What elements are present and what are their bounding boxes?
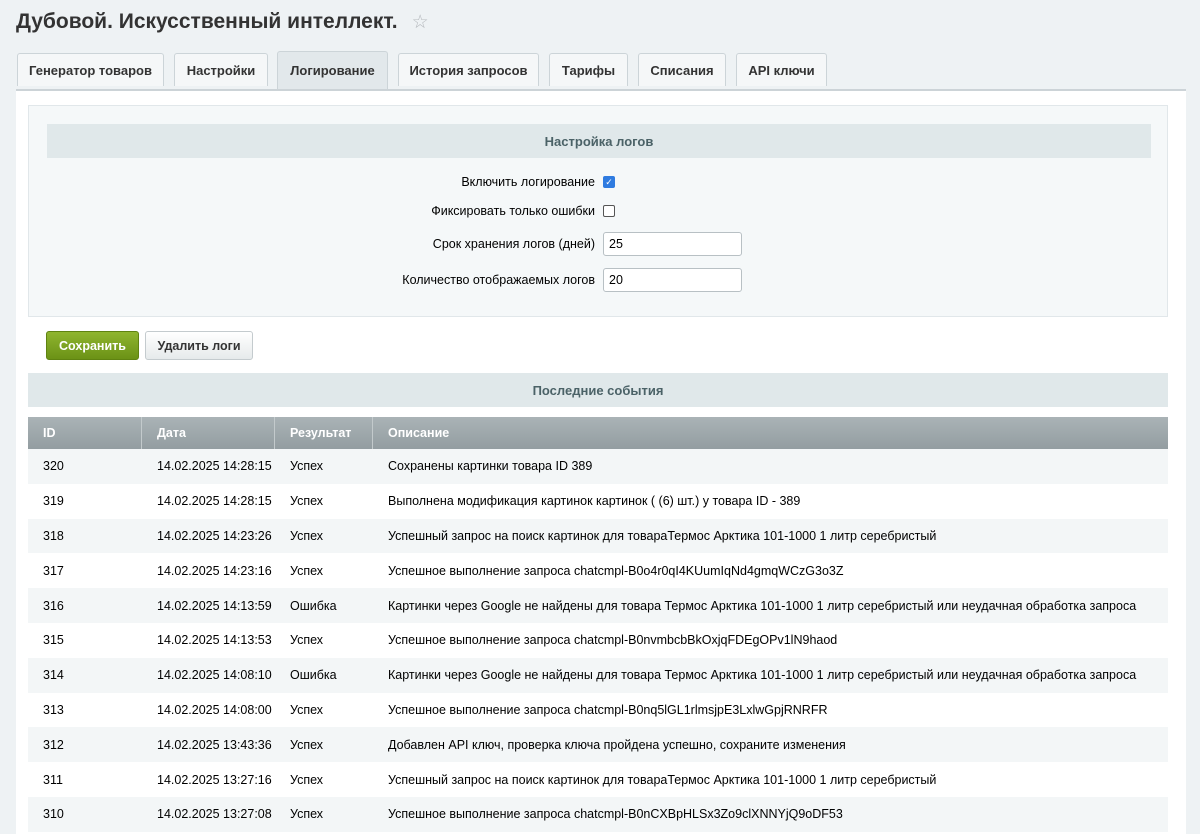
tab-label: История запросов — [409, 62, 528, 78]
retention-row: Срок хранения логов (дней) — [29, 231, 1167, 257]
log-settings-header: Настройка логов — [47, 124, 1151, 158]
cell-result: Ошибка — [290, 668, 337, 683]
column-header-date[interactable]: Дата — [142, 417, 275, 449]
cell-date: 14.02.2025 13:27:16 — [157, 772, 272, 787]
page-title-text: Дубовой. Искусственный интеллект. — [16, 10, 398, 33]
table-body: 320 14.02.2025 14:28:15 Успех Сохранены кар… — [28, 449, 1168, 832]
enable-logging-label: Включить логирование — [461, 175, 595, 189]
column-header-description[interactable]: Описание — [373, 417, 1168, 449]
cell-result: Успех — [290, 633, 324, 648]
errors-only-label: Фиксировать только ошибки — [431, 204, 595, 218]
table-row[interactable]: 317 14.02.2025 14:23:16 Успех Успешное выпо… — [28, 553, 1168, 589]
cell-result: Ошибка — [290, 598, 337, 613]
enable-logging-checkbox[interactable]: ✓ — [603, 176, 615, 188]
tab-settings[interactable]: Настройки — [174, 53, 268, 86]
tab-label: Настройки — [186, 62, 256, 78]
log-count-input[interactable] — [603, 268, 742, 292]
tab-request-history[interactable]: История запросов — [398, 53, 539, 86]
tab-product-generator[interactable]: Генератор товаров — [17, 53, 164, 86]
log-settings-box: Настройка логов Включить логирование ✓ Ф… — [28, 105, 1168, 317]
table-row[interactable]: 320 14.02.2025 14:28:15 Успех Сохранены кар… — [28, 449, 1168, 484]
cell-result: Успех — [290, 772, 324, 787]
cell-result: Успех — [290, 702, 324, 717]
cell-result: Успех — [290, 528, 324, 543]
retention-days-input[interactable] — [603, 232, 742, 256]
cell-description: Картинки через Google не найдены для тов… — [388, 598, 1137, 613]
cell-id: 317 — [43, 563, 64, 578]
cell-date: 14.02.2025 14:28:15 — [157, 494, 272, 509]
cell-id: 311 — [43, 772, 63, 787]
cell-result: Успех — [290, 563, 324, 578]
cell-date: 14.02.2025 14:28:15 — [157, 459, 272, 474]
table-row[interactable]: 310 14.02.2025 13:27:08 Успех Успешное выпо… — [28, 796, 1168, 832]
cell-result: Успех — [290, 807, 324, 822]
delete-logs-button[interactable]: Удалить логи — [145, 331, 253, 360]
tab-label: API ключи — [748, 62, 815, 78]
cell-description: Успешное выполнение запроса chatcmpl-B0n… — [388, 807, 843, 822]
tab-api-keys[interactable]: API ключи — [736, 53, 827, 86]
column-header-id[interactable]: ID — [28, 417, 142, 449]
errors-only-row: Фиксировать только ошибки — [29, 198, 1167, 224]
events-table: ID Дата Результат Описание 320 14.02.2025… — [28, 417, 1168, 832]
cell-date: 14.02.2025 14:08:10 — [157, 668, 272, 683]
tab-label: Списания — [650, 62, 714, 78]
cell-description: Успешное выполнение запроса chatcmpl-B0o… — [388, 563, 844, 578]
cell-id: 312 — [43, 737, 64, 752]
page-title: Дубовой. Искусственный интеллект. ☆ — [16, 10, 429, 34]
save-button[interactable]: Сохранить — [46, 331, 139, 360]
retention-label: Срок хранения логов (дней) — [432, 237, 595, 251]
tab-logging[interactable]: Логирование — [277, 51, 388, 89]
tab-writeoffs[interactable]: Списания — [638, 53, 726, 86]
table-row[interactable]: 315 14.02.2025 14:13:53 Успех Успешное выпо… — [28, 622, 1168, 658]
cell-date: 14.02.2025 14:13:53 — [157, 633, 272, 648]
log-count-row: Количество отображаемых логов — [29, 267, 1167, 293]
cell-description: Картинки через Google не найдены для тов… — [388, 668, 1137, 683]
cell-date: 14.02.2025 13:27:08 — [157, 807, 272, 822]
errors-only-checkbox[interactable] — [603, 205, 615, 217]
cell-description: Успешное выполнение запроса chatcmpl-B0n… — [388, 633, 838, 648]
cell-description: Успешное выполнение запроса chatcmpl-B0n… — [388, 702, 828, 717]
cell-result: Успех — [290, 459, 324, 474]
cell-date: 14.02.2025 14:23:26 — [157, 528, 272, 543]
table-row[interactable]: 316 14.02.2025 14:13:59 Ошибка Картинки чер… — [28, 588, 1168, 623]
cell-result: Успех — [290, 494, 324, 509]
enable-logging-row: Включить логирование ✓ — [29, 169, 1167, 195]
table-row[interactable]: 319 14.02.2025 14:28:15 Успех Выполнена мод… — [28, 483, 1168, 519]
tab-tariffs[interactable]: Тарифы — [549, 53, 628, 86]
table-row[interactable]: 314 14.02.2025 14:08:10 Ошибка Картинки чер… — [28, 657, 1168, 693]
table-row[interactable]: 311 14.02.2025 13:27:16 Успех Успешный запр… — [28, 762, 1168, 797]
cell-id: 319 — [43, 494, 64, 509]
cell-id: 310 — [43, 807, 64, 822]
cell-date: 14.02.2025 14:13:59 — [157, 598, 272, 613]
cell-date: 14.02.2025 14:23:16 — [157, 563, 272, 578]
table-header: ID Дата Результат Описание — [28, 417, 1168, 449]
tab-label: Логирование — [290, 63, 375, 78]
column-header-result[interactable]: Результат — [275, 417, 373, 449]
tab-content-panel: Настройка логов Включить логирование ✓ Ф… — [16, 89, 1186, 834]
cell-result: Успех — [290, 737, 324, 752]
cell-description: Сохранены картинки товара ID 389 — [388, 459, 593, 474]
cell-id: 314 — [43, 668, 64, 683]
cell-date: 14.02.2025 13:43:36 — [157, 737, 272, 752]
cell-description: Выполнена модификация картинок картинок … — [388, 494, 801, 509]
cell-description: Успешный запрос на поиск картинок для то… — [388, 528, 937, 543]
log-count-label: Количество отображаемых логов — [402, 273, 595, 287]
star-icon[interactable]: ☆ — [412, 11, 429, 34]
cell-description: Успешный запрос на поиск картинок для то… — [388, 772, 937, 787]
cell-id: 313 — [43, 702, 64, 717]
cell-id: 318 — [43, 528, 64, 543]
recent-events-header: Последние события — [28, 373, 1168, 407]
cell-id: 316 — [43, 598, 64, 613]
cell-date: 14.02.2025 14:08:00 — [157, 702, 272, 717]
table-row[interactable]: 313 14.02.2025 14:08:00 Успех Успешное выпо… — [28, 692, 1168, 728]
tab-label: Генератор товаров — [29, 62, 152, 78]
cell-id: 315 — [43, 633, 64, 648]
tab-label: Тарифы — [561, 62, 616, 78]
cell-id: 320 — [43, 459, 64, 474]
table-row[interactable]: 318 14.02.2025 14:23:26 Успех Успешный запр… — [28, 518, 1168, 554]
table-row[interactable]: 312 14.02.2025 13:43:36 Успех Добавлен API … — [28, 727, 1168, 763]
cell-description: Добавлен API ключ, проверка ключа пройде… — [388, 737, 846, 752]
